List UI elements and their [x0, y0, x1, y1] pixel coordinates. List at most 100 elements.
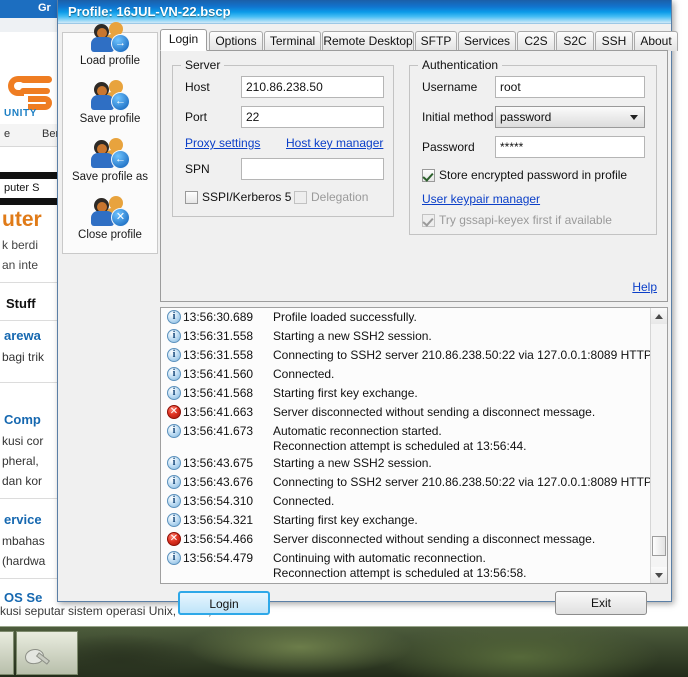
log-time: 13:56:54.310: [183, 494, 254, 508]
section-0-line1: bagi trik: [2, 350, 45, 364]
log-message: Automatic reconnection started.: [273, 424, 442, 438]
log-scrollbar-thumb[interactable]: [652, 536, 666, 556]
log-row: i 13:56:31.558 Starting a new SSH2 session…: [161, 327, 651, 346]
dialog-body: → Load profile ← Save profile ← Save pro…: [58, 21, 678, 615]
log-row: ✕ 13:56:54.466 Server disconnected without…: [161, 530, 651, 549]
app-icon: [23, 646, 51, 668]
section-1-line1: kusi cor: [2, 434, 44, 448]
log-time: 13:56:41.568: [183, 386, 254, 400]
store-password-checkbox[interactable]: [422, 169, 435, 182]
taskbar: [0, 626, 688, 677]
load-profile-label: Load profile: [79, 55, 141, 67]
log-message: Connecting to SSH2 server 210.86.238.50:…: [273, 475, 651, 489]
save-profile-as-button[interactable]: ← Save profile as: [63, 137, 157, 183]
initial-method-select[interactable]: password: [495, 106, 645, 128]
tab-about[interactable]: About: [634, 31, 678, 51]
log-row: i 13:56:54.310 Connected.: [161, 492, 651, 511]
page-title: uter: [2, 208, 42, 231]
tab-sftp[interactable]: SFTP: [415, 31, 457, 51]
info-icon: i: [167, 551, 181, 565]
sspi-kerberos-label: SSPI/Kerberos 5: [202, 190, 292, 204]
site-logo-text: UNITY: [4, 108, 37, 119]
load-profile-button[interactable]: → Load profile: [63, 21, 157, 67]
section-0-title[interactable]: arewa: [4, 328, 41, 343]
page-paragraph-1: an inte: [2, 258, 39, 272]
spn-input[interactable]: [241, 158, 384, 180]
info-icon: i: [167, 348, 181, 362]
host-key-manager-link[interactable]: Host key manager: [286, 136, 383, 150]
log-time: 13:56:54.479: [183, 551, 254, 565]
tab-options[interactable]: Options: [209, 31, 263, 51]
info-icon: i: [167, 513, 181, 527]
login-button[interactable]: Login: [178, 591, 270, 615]
log-time: 13:56:41.673: [183, 424, 254, 438]
scroll-down-arrow-icon[interactable]: [651, 567, 667, 583]
session-log: i 13:56:30.689 Profile loaded successfully…: [160, 307, 668, 584]
log-scrollbar[interactable]: [650, 308, 667, 583]
user-keypair-manager-link[interactable]: User keypair manager: [422, 192, 540, 206]
browser-tab-label: Gr: [38, 2, 51, 14]
user-arrow-right-icon: →: [90, 21, 130, 53]
log-message: Starting first key exchange.: [273, 513, 418, 527]
info-icon: i: [167, 310, 181, 324]
log-message-continued: Reconnection attempt is scheduled at 13:…: [273, 566, 527, 580]
arrow-left-badge: ←: [111, 92, 130, 111]
save-profile-button[interactable]: ← Save profile: [63, 79, 157, 125]
log-message-continued: Reconnection attempt is scheduled at 13:…: [273, 439, 527, 453]
tab-c2s[interactable]: C2S: [517, 31, 555, 51]
tab-services[interactable]: Services: [458, 31, 516, 51]
save-profile-label: Save profile: [79, 113, 141, 125]
tab-ssh[interactable]: SSH: [595, 31, 633, 51]
close-profile-button[interactable]: ✕ Close profile: [63, 195, 157, 241]
taskbar-button-0[interactable]: [0, 631, 14, 675]
log-message: Connected.: [273, 367, 335, 381]
tab-remote-desktop[interactable]: Remote Desktop: [322, 31, 414, 51]
sspi-kerberos-checkbox[interactable]: [185, 191, 198, 204]
breadcrumb: puter S: [4, 182, 40, 194]
help-link[interactable]: Help: [632, 280, 657, 294]
proxy-settings-link[interactable]: Proxy settings: [185, 136, 260, 150]
port-input[interactable]: [241, 106, 384, 128]
exit-button[interactable]: Exit: [555, 591, 647, 615]
section-2-title[interactable]: ervice: [4, 512, 42, 527]
delegation-label: Delegation: [311, 190, 369, 204]
info-icon: i: [167, 424, 181, 438]
tab-terminal[interactable]: Terminal: [264, 31, 321, 51]
arrow-left-badge: ←: [111, 150, 130, 169]
delegation-checkbox: [294, 191, 307, 204]
tab-s2c[interactable]: S2C: [556, 31, 594, 51]
user-close-icon: ✕: [90, 195, 130, 227]
gssapi-keyex-checkbox: [422, 214, 435, 227]
password-input[interactable]: [495, 136, 645, 158]
gssapi-keyex-label: Try gssapi-keyex first if available: [439, 213, 612, 227]
section-3-title[interactable]: OS Se: [4, 590, 42, 605]
tab-login[interactable]: Login: [160, 29, 207, 51]
log-row: i 13:56:43.675 Starting a new SSH2 session…: [161, 454, 651, 473]
save-profile-as-label: Save profile as: [71, 171, 149, 183]
log-time: 13:56:41.560: [183, 367, 254, 381]
username-input[interactable]: [495, 76, 645, 98]
log-row: i 13:56:31.558 Connecting to SSH2 server 2…: [161, 346, 651, 365]
section-1-title[interactable]: Comp: [4, 412, 41, 427]
site-nav-item-0[interactable]: e: [4, 128, 10, 140]
info-icon: i: [167, 494, 181, 508]
host-input[interactable]: [241, 76, 384, 98]
spn-label: SPN: [185, 162, 210, 176]
log-time: 13:56:43.676: [183, 475, 254, 489]
authentication-group: Authentication Username Initial method p…: [409, 58, 657, 235]
user-arrow-left-icon: ←: [90, 79, 130, 111]
scroll-up-arrow-icon[interactable]: [651, 308, 667, 324]
desktop-wallpaper: [0, 627, 688, 677]
log-message: Starting a new SSH2 session.: [273, 456, 432, 470]
info-icon: i: [167, 475, 181, 489]
info-icon: i: [167, 386, 181, 400]
log-message: Connected.: [273, 494, 335, 508]
log-row: i 13:56:41.673 Automatic reconnection star…: [161, 422, 651, 454]
log-row: i 13:56:54.479 Continuing with automatic r…: [161, 549, 651, 581]
log-row: i 13:56:41.560 Connected.: [161, 365, 651, 384]
arrow-right-badge: →: [111, 34, 130, 53]
log-message: Starting first key exchange.: [273, 386, 418, 400]
log-message: Connecting to SSH2 server 210.86.238.50:…: [273, 348, 651, 362]
error-icon: ✕: [167, 532, 181, 546]
taskbar-button-1[interactable]: [16, 631, 78, 675]
